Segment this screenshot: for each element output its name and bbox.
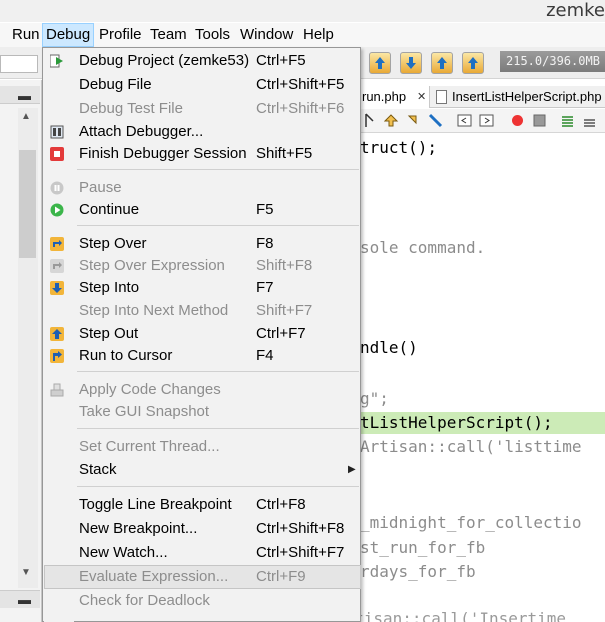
tab-label: InsertListHelperScript.php [452, 89, 602, 104]
window-title: zemke [546, 0, 605, 21]
submenu-arrow-icon: ▶ [348, 464, 356, 475]
menu-tools[interactable]: Tools [195, 23, 230, 47]
toggle-bookmark-icon[interactable] [428, 113, 443, 128]
scroll-down-icon[interactable]: ▼ [21, 567, 31, 578]
tab-insertlisthelperscript[interactable]: InsertListHelperScript.php [430, 86, 605, 108]
menu-item-step-out[interactable]: Step Out Ctrl+F7 [44, 323, 361, 345]
menu-item-take-gui-snapshot[interactable]: Take GUI Snapshot [44, 401, 361, 423]
menu-item-stack[interactable]: Stack ▶ [44, 459, 361, 481]
menu-help[interactable]: Help [303, 23, 334, 47]
menu-item-pause[interactable]: Pause [44, 177, 361, 199]
menu-separator [77, 225, 359, 226]
comment-icon[interactable] [560, 113, 575, 128]
menu-debug[interactable]: Debug [42, 23, 95, 47]
menu-item-run-to-cursor[interactable]: Run to Cursor F4 [44, 345, 361, 367]
step-over-icon [50, 237, 64, 251]
menu-item-step-over-expression[interactable]: Step Over Expression Shift+F8 [44, 255, 361, 277]
menu-separator [77, 428, 359, 429]
shift-right-icon[interactable] [479, 113, 494, 128]
menu-bar: Run Debug Profile Team Tools Window Help [0, 23, 605, 47]
uncomment-icon[interactable] [582, 113, 597, 128]
step-over-expression-icon [50, 259, 64, 273]
code-line: Artisan::call('listtime [360, 437, 582, 456]
step-over-toolbar-icon[interactable] [369, 52, 391, 74]
record-macro-icon[interactable] [510, 113, 525, 128]
menu-item-debug-file[interactable]: Debug File Ctrl+Shift+F5 [44, 74, 361, 96]
code-line-current: tListHelperScript(); [360, 412, 605, 434]
title-bar: zemke [0, 0, 605, 22]
menu-item-step-into[interactable]: Step Into F7 [44, 277, 361, 299]
step-into-icon [50, 281, 64, 295]
menu-item-check-for-deadlock[interactable]: Check for Deadlock [44, 590, 361, 612]
code-line: st_run_for_fb [360, 538, 486, 557]
menu-item-attach-debugger[interactable]: Attach Debugger... [44, 121, 361, 143]
step-into-toolbar-icon[interactable] [400, 52, 422, 74]
debug-menu-dropdown: Debug Project (zemke53) Ctrl+F5 Debug Fi… [42, 47, 361, 622]
apply-code-changes-icon [50, 383, 64, 397]
menu-item-continue[interactable]: Continue F5 [44, 199, 361, 221]
stop-macro-icon[interactable] [532, 113, 547, 128]
menu-item-apply-code-changes[interactable]: Apply Code Changes [44, 379, 361, 401]
editor-toolbar [360, 109, 605, 133]
scrollbar-thumb[interactable] [19, 150, 36, 258]
shift-left-icon[interactable] [457, 113, 472, 128]
step-out-toolbar-icon[interactable] [431, 52, 453, 74]
menu-window[interactable]: Window [240, 23, 293, 47]
menu-item-new-breakpoint[interactable]: New Breakpoint... Ctrl+Shift+F8 [44, 518, 361, 540]
continue-icon [50, 203, 64, 217]
stop-icon [50, 147, 64, 161]
menu-item-step-over[interactable]: Step Over F8 [44, 233, 361, 255]
pause-icon [50, 181, 64, 195]
toolbar-search-input[interactable] [0, 55, 38, 73]
menu-separator [77, 169, 359, 170]
attach-debugger-icon [50, 125, 64, 139]
menu-item-debug-test-file[interactable]: Debug Test File Ctrl+Shift+F6 [44, 98, 361, 120]
run-to-cursor-icon [50, 349, 64, 363]
code-line: sole command. [360, 238, 486, 257]
code-line: rdays_for_fb [360, 562, 476, 581]
tab-label: run.php [362, 89, 407, 104]
debug-project-icon [50, 54, 63, 68]
menu-separator [77, 486, 359, 487]
menu-item-set-current-thread[interactable]: Set Current Thread... [44, 436, 361, 458]
run-to-cursor-toolbar-icon[interactable] [462, 52, 484, 74]
minimize-icon[interactable]: ▬ [18, 88, 31, 103]
menu-item-debug-project[interactable]: Debug Project (zemke53) Ctrl+F5 [44, 50, 361, 72]
code-line: _midnight_for_collectio [360, 513, 582, 532]
memory-indicator[interactable]: 215.0/396.0MB [500, 51, 605, 72]
menu-profile[interactable]: Profile [99, 23, 142, 47]
minimize-icon-bottom[interactable]: ▬ [18, 592, 31, 607]
scroll-up-icon[interactable]: ▲ [21, 111, 31, 122]
menu-item-new-watch[interactable]: New Watch... Ctrl+Shift+F7 [44, 542, 361, 564]
menu-item-evaluate-expression[interactable]: Evaluate Expression... Ctrl+F9 [44, 565, 361, 589]
code-line: g"; [360, 389, 389, 408]
menu-item-toggle-line-breakpoint[interactable]: Toggle Line Breakpoint Ctrl+F8 [44, 494, 361, 516]
editor-tab-strip: run.php ✕ InsertListHelperScript.php [360, 86, 605, 108]
menu-team[interactable]: Team [150, 23, 187, 47]
menu-separator [77, 371, 359, 372]
menu-item-finish-debugger-session[interactable]: Finish Debugger Session Shift+F5 [44, 143, 361, 165]
code-line: ndle() [360, 338, 418, 357]
cursor-icon[interactable] [362, 113, 377, 128]
tab-run-php[interactable]: run.php ✕ [360, 86, 430, 108]
close-icon[interactable]: ✕ [417, 86, 426, 108]
step-out-icon [50, 327, 64, 341]
menu-run[interactable]: Run [12, 23, 40, 47]
code-line: truct(); [360, 138, 438, 157]
next-bookmark-icon[interactable] [406, 113, 421, 128]
menu-item-step-into-next-method[interactable]: Step Into Next Method Shift+F7 [44, 300, 361, 322]
code-editor[interactable]: truct(); sole command. ndle() g"; tListH… [360, 134, 605, 622]
prev-bookmark-icon[interactable] [384, 113, 399, 128]
